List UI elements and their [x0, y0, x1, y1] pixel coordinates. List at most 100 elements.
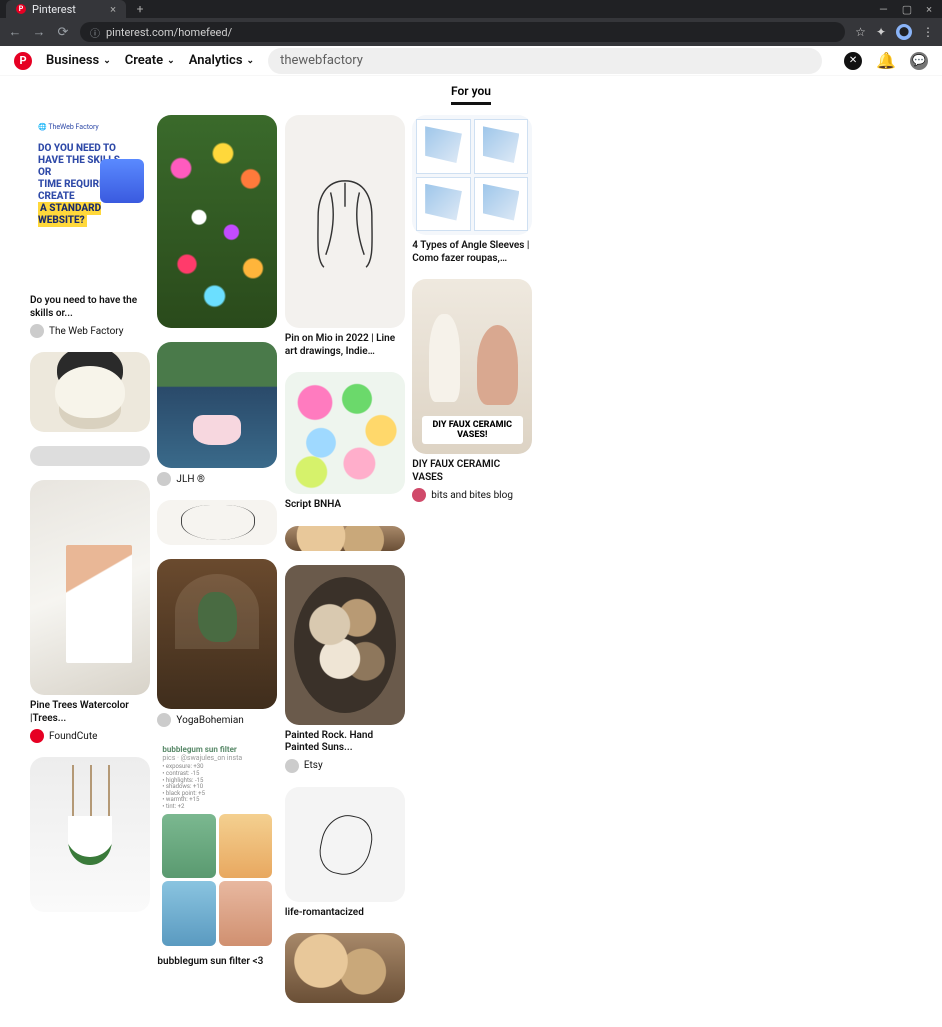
pin-image[interactable]: [285, 933, 405, 1003]
chevron-down-icon: ⌄: [167, 56, 175, 66]
pin-title: bubblegum sun filter <3: [157, 956, 277, 969]
pin[interactable]: 4 Types of Angle Sleeves | Como fazer ro…: [412, 115, 532, 265]
browser-tab[interactable]: P Pinterest ×: [6, 0, 126, 18]
pin[interactable]: [157, 115, 277, 328]
pin[interactable]: [285, 526, 405, 551]
pin[interactable]: [30, 757, 150, 912]
browser-chrome: P Pinterest × + — ▢ × ← → ⟳ ⓘ pinterest.…: [0, 0, 942, 46]
pin-author[interactable]: YogaBohemian: [157, 713, 277, 727]
menu-business[interactable]: Business⌄: [46, 53, 111, 68]
chevron-down-icon: ⌄: [103, 56, 111, 66]
pin-title: 4 Types of Angle Sleeves | Como fazer ro…: [412, 240, 532, 265]
tab-for-you[interactable]: For you: [451, 84, 491, 105]
author-avatar-icon: [285, 759, 299, 773]
author-avatar-icon: [157, 713, 171, 727]
author-name: bits and bites blog: [431, 490, 513, 501]
pin[interactable]: 🌐 TheWeb FactoryDO YOU NEED TO HAVE THE …: [30, 115, 150, 338]
reload-icon[interactable]: ⟳: [56, 25, 70, 40]
pin-image[interactable]: [285, 565, 405, 725]
pin-title: Pine Trees Watercolor |Trees...: [30, 700, 150, 725]
author-avatar-icon: [157, 472, 171, 486]
pin[interactable]: YogaBohemian: [157, 559, 277, 727]
bell-icon[interactable]: 🔔: [876, 51, 896, 70]
pin-image[interactable]: [285, 372, 405, 494]
pin-image[interactable]: 🌐 TheWeb FactoryDO YOU NEED TO HAVE THE …: [30, 115, 150, 290]
author-avatar-icon: [30, 324, 44, 338]
pin-image[interactable]: [30, 446, 150, 466]
pin[interactable]: [30, 352, 150, 432]
address-bar-row: ← → ⟳ ⓘ pinterest.com/homefeed/ ☆ ✦ ⬤ ⋮: [0, 18, 942, 46]
pin-title: Painted Rock. Hand Painted Suns...: [285, 730, 405, 755]
pin-image[interactable]: [30, 352, 150, 432]
pin[interactable]: [285, 933, 405, 1003]
menu-create[interactable]: Create⌄: [125, 53, 175, 68]
new-tab-button[interactable]: +: [132, 2, 148, 16]
pin[interactable]: life-romantacized: [285, 787, 405, 920]
pin[interactable]: Pin on Mio in 2022 | Line art drawings, …: [285, 115, 405, 358]
pin-image[interactable]: [157, 342, 277, 468]
pinterest-logo-icon[interactable]: P: [14, 52, 32, 70]
pin[interactable]: JLH ®: [157, 342, 277, 486]
pin[interactable]: [157, 500, 277, 545]
pin[interactable]: Painted Rock. Hand Painted Suns... Etsy: [285, 565, 405, 773]
pin-image[interactable]: [30, 480, 150, 695]
pin-title: Script BNHA: [285, 499, 405, 512]
minimize-icon[interactable]: —: [879, 3, 888, 16]
pin-image[interactable]: bubblegum sun filterpics · @swajules_on …: [157, 741, 277, 951]
pin-image[interactable]: DIY FAUX CERAMIC VASES!: [412, 279, 532, 454]
pin[interactable]: bubblegum sun filterpics · @swajules_on …: [157, 741, 277, 969]
pin-image[interactable]: [285, 115, 405, 328]
tab-bar: P Pinterest × + — ▢ ×: [0, 0, 942, 18]
pin-title: life-romantacized: [285, 907, 405, 920]
pin-image[interactable]: [285, 787, 405, 902]
pin-author[interactable]: The Web Factory: [30, 324, 150, 338]
pin-author[interactable]: Etsy: [285, 759, 405, 773]
address-bar[interactable]: ⓘ pinterest.com/homefeed/: [80, 22, 845, 42]
window-controls: — ▢ ×: [879, 3, 942, 16]
author-avatar-icon: [412, 488, 426, 502]
pin-title: DIY FAUX CERAMIC VASES: [412, 459, 532, 484]
pin-grid: 🌐 TheWeb FactoryDO YOU NEED TO HAVE THE …: [0, 105, 942, 1027]
pin-title: Do you need to have the skills or...: [30, 295, 150, 320]
author-name: FoundCute: [49, 731, 97, 742]
pin-image[interactable]: [157, 115, 277, 328]
close-window-icon[interactable]: ×: [926, 3, 932, 16]
pin[interactable]: Pine Trees Watercolor |Trees... FoundCute: [30, 480, 150, 743]
pin[interactable]: Script BNHA: [285, 372, 405, 512]
extensions-icon[interactable]: ✦: [876, 25, 886, 39]
pin-author[interactable]: bits and bites blog: [412, 488, 532, 502]
pin[interactable]: DIY FAUX CERAMIC VASES! DIY FAUX CERAMIC …: [412, 279, 532, 502]
author-name: The Web Factory: [49, 326, 124, 337]
feed-tabs: For you: [0, 76, 942, 105]
pinterest-header: P Business⌄ Create⌄ Analytics⌄ thewebfac…: [0, 46, 942, 76]
chevron-down-icon: ⌄: [247, 56, 255, 66]
author-name: Etsy: [304, 760, 323, 771]
lock-icon: ⓘ: [90, 25, 100, 40]
pin-image[interactable]: [157, 500, 277, 545]
author-name: YogaBohemian: [176, 715, 243, 726]
pin-title: Pin on Mio in 2022 | Line art drawings, …: [285, 333, 405, 358]
chat-icon[interactable]: 💬: [910, 52, 928, 70]
menu-analytics[interactable]: Analytics⌄: [189, 53, 254, 68]
close-icon[interactable]: ×: [110, 3, 116, 16]
url-text: pinterest.com/homefeed/: [106, 26, 232, 39]
clear-search-icon[interactable]: ✕: [844, 52, 862, 70]
pin-author[interactable]: FoundCute: [30, 729, 150, 743]
search-text: thewebfactory: [280, 53, 363, 68]
author-name: JLH ®: [176, 474, 204, 485]
profile-avatar[interactable]: ⬤: [896, 24, 912, 40]
forward-icon[interactable]: →: [32, 24, 46, 40]
pin[interactable]: [30, 446, 150, 466]
tab-title: Pinterest: [32, 3, 104, 16]
search-input[interactable]: thewebfactory: [268, 48, 822, 74]
maximize-icon[interactable]: ▢: [902, 3, 912, 16]
pin-author[interactable]: JLH ®: [157, 472, 277, 486]
pin-image[interactable]: [30, 757, 150, 912]
kebab-icon[interactable]: ⋮: [922, 25, 934, 39]
star-icon[interactable]: ☆: [855, 25, 866, 39]
pin-image[interactable]: [285, 526, 405, 551]
author-avatar-icon: [30, 729, 44, 743]
back-icon[interactable]: ←: [8, 24, 22, 40]
pin-image[interactable]: [157, 559, 277, 709]
pin-image[interactable]: [412, 115, 532, 235]
